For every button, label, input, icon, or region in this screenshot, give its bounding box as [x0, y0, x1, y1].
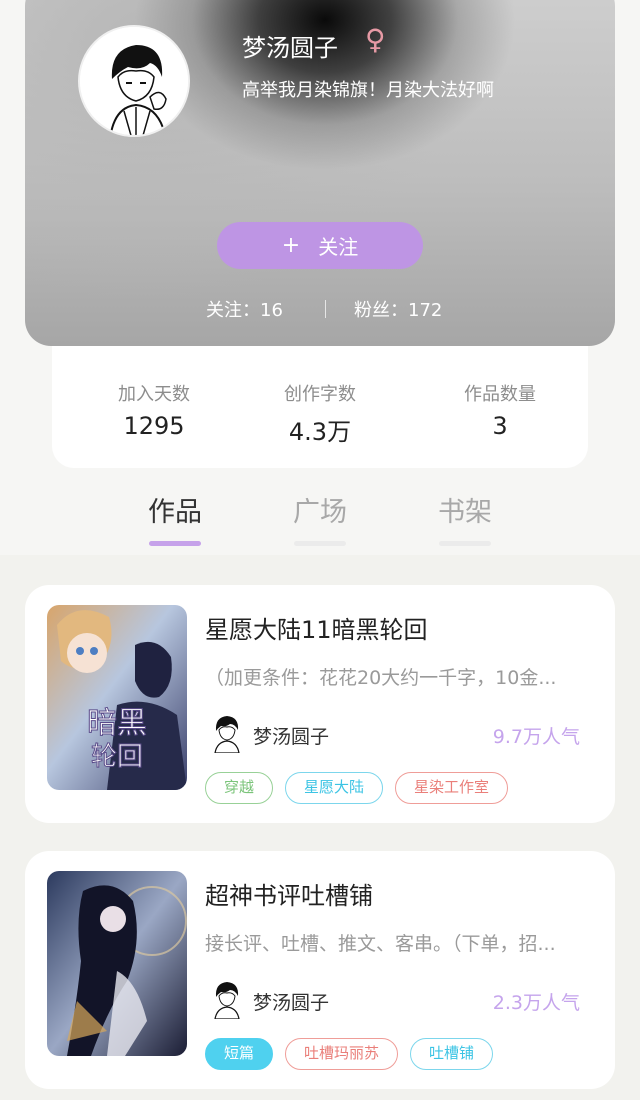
tab-square[interactable]: 广场: [280, 490, 360, 546]
tab-works-label: 作品: [148, 497, 202, 528]
join-days-stat: 加入天数 1295: [74, 380, 234, 440]
follow-button[interactable]: + 关注: [217, 222, 423, 269]
plus-icon: +: [281, 233, 301, 258]
tab-square-indicator: [294, 541, 346, 546]
author-avatar-icon: [214, 716, 240, 754]
svg-text:轮回: 轮回: [91, 742, 143, 772]
author-avatar-icon: [214, 982, 240, 1020]
tag[interactable]: 星染工作室: [395, 772, 509, 804]
works-count-stat: 作品数量 3: [420, 380, 580, 440]
follow-button-label: 关注: [318, 235, 359, 259]
tab-works[interactable]: 作品: [135, 490, 215, 546]
tab-bookshelf-label: 书架: [438, 497, 492, 528]
work-description: 接长评、吐槽、推文、客串。（下单，招...: [205, 933, 556, 955]
user-bio: 高举我月染锦旗！月染大法好啊: [242, 80, 494, 101]
tag[interactable]: 吐槽铺: [410, 1038, 494, 1070]
work-cover[interactable]: [47, 871, 187, 1056]
author-avatar: [208, 979, 246, 1020]
author-name: 梦汤圆子: [253, 726, 330, 748]
work-title[interactable]: 星愿大陆11暗黑轮回: [205, 610, 428, 645]
follow-stats: 关注：16 粉丝：172: [25, 296, 615, 322]
work-card[interactable]: 超神书评吐槽铺 接长评、吐槽、推文、客串。（下单，招... 梦汤圆子 2.3万人…: [25, 851, 615, 1089]
book-cover-icon: [47, 871, 187, 1056]
profile-header: 梦汤圆子 ♀ 高举我月染锦旗！月染大法好啊 + 关注 关注：16 粉丝：172: [25, 0, 615, 346]
fans-count[interactable]: 粉丝：172: [354, 296, 442, 322]
tag[interactable]: 星愿大陆: [285, 772, 384, 804]
female-icon: ♀: [365, 23, 386, 56]
word-count-value: 4.3万: [288, 418, 352, 446]
word-count-stat: 创作字数 4.3万: [240, 380, 400, 447]
popularity-count: 9.7万人气: [492, 726, 580, 748]
following-count[interactable]: 关注：16: [206, 296, 283, 322]
profile-area: 梦汤圆子 ♀ 高举我月染锦旗！月染大法好啊 + 关注 关注：16 粉丝：172 …: [0, 0, 640, 555]
user-name: 梦汤圆子: [242, 34, 338, 62]
work-description: （加更条件：花花20大约一千字，10金...: [205, 667, 557, 689]
work-cover[interactable]: 暗黑 轮回: [47, 605, 187, 790]
work-card[interactable]: 暗黑 轮回 星愿大陆11暗黑轮回 （加更条件：花花20大约一千字，10金... …: [25, 585, 615, 823]
work-tags: 短篇 吐槽玛丽苏 吐槽铺: [205, 1038, 494, 1070]
tag[interactable]: 短篇: [205, 1038, 274, 1070]
join-days-label: 加入天数: [118, 384, 190, 405]
avatar-illustration-icon: [80, 27, 188, 135]
stats-divider: [325, 300, 326, 318]
user-avatar[interactable]: [78, 25, 190, 137]
tab-bookshelf-indicator: [439, 541, 491, 546]
tab-bookshelf[interactable]: 书架: [425, 490, 505, 546]
tab-works-indicator: [149, 541, 201, 546]
works-count-value: 3: [492, 412, 508, 440]
author-avatar: [208, 713, 246, 754]
join-days-value: 1295: [123, 412, 185, 440]
book-cover-icon: 暗黑 轮回: [47, 605, 187, 790]
profile-tabs: 作品 广场 书架: [0, 490, 640, 546]
author-name: 梦汤圆子: [253, 992, 330, 1014]
svg-text:暗黑: 暗黑: [87, 706, 147, 741]
works-count-label: 作品数量: [464, 384, 536, 405]
popularity-count: 2.3万人气: [492, 992, 580, 1014]
tab-square-label: 广场: [293, 497, 347, 528]
tag[interactable]: 吐槽玛丽苏: [285, 1038, 399, 1070]
work-tags: 穿越 星愿大陆 星染工作室: [205, 772, 509, 804]
work-title[interactable]: 超神书评吐槽铺: [205, 876, 373, 911]
profile-counts-card: 加入天数 1295 创作字数 4.3万 作品数量 3: [52, 346, 588, 468]
tag[interactable]: 穿越: [205, 772, 274, 804]
word-count-label: 创作字数: [284, 384, 356, 405]
